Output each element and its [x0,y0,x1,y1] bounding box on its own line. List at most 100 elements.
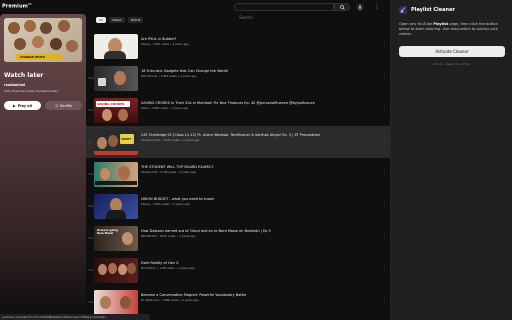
video-thumbnail[interactable]: Doleson going Bara Masal [94,225,138,251]
broom-icon [399,6,407,14]
video-list: Are PSUs in Bubble? Sanjay • 8.6K views … [86,30,390,318]
video-thumbnail[interactable] [94,193,138,219]
status-url: youtube.com/watch?v=Dx7wIZ9dBQ4&list=WL&… [0,314,150,320]
extension-header: Playlist Cleaner [399,6,504,14]
video-menu-icon[interactable]: ⋮ [382,234,386,239]
search-button[interactable] [334,3,350,11]
thumb-text: Doleson going Bara Masal [97,228,118,235]
shuffle-button[interactable]: ⤮ Shuffle [45,101,82,110]
video-menu-icon[interactable]: ⋮ [382,170,386,175]
video-thumbnail[interactable] [94,289,138,315]
video-menu-icon[interactable]: ⋮ [382,42,386,47]
video-index: 253 [88,300,94,304]
video-title[interactable]: 18 Futuristic Gadgets that Can Change th… [141,69,381,73]
video-row[interactable]: 252 Dark Reality of Gen Z Dull Mindy • 1… [86,254,390,286]
thumb-text: SAVING CRORES [97,101,125,106]
video-title[interactable]: CAT Challenge 92 (Class 11-12) Ft. Ankur… [141,133,381,137]
video-text: UNION BUDGET - what you need to know! Sa… [141,197,381,206]
video-text: Dark Reality of Gen Z Dull Mindy • 1.4M … [141,261,381,270]
playlist-meta: 345 videos No views Updated today [4,89,59,93]
search-icon [339,4,345,10]
play-all-button[interactable]: ▶ Play all [4,101,41,110]
video-index: 249 [88,172,94,176]
video-index: 252 [88,268,94,272]
video-title[interactable]: SAVING CRORES in Their 20s in Mumbai! Fi… [141,101,381,105]
thumb-text: CENT? [121,136,132,141]
youtube-window: PremiumIN ⋮ CHANGE EDITS Watch later rsa… [0,0,512,320]
play-all-label: Play all [17,103,32,108]
video-meta: Rahul • 236K views • 2 years ago [141,105,189,110]
activate-cleaner-button[interactable]: Activate Cleaner [399,46,505,57]
shuffle-icon: ⤮ [54,103,58,108]
video-meta: Sanjay • 342K views • 2 years ago [141,201,190,206]
playlist-actions: ▶ Play all ⤮ Shuffle [4,101,82,110]
video-row[interactable]: 246 18 Futuristic Gadgets that Can Chang… [86,62,390,94]
drag-handle-icon[interactable]: ≡ [88,140,91,144]
video-text: 18 Futuristic Gadgets that Can Change th… [141,69,381,78]
video-text: THE STUDENT WILL TOP BOARD EXAMS!? Sanit… [141,165,381,174]
video-title[interactable]: Dark Reality of Gen Z [141,261,381,265]
video-menu-icon[interactable]: ⋮ [382,202,386,207]
video-thumbnail[interactable] [94,161,138,187]
video-thumbnail[interactable] [94,65,138,91]
video-menu-icon[interactable]: ⋮ [382,106,386,111]
youtube-premium-logo[interactable]: PremiumIN [2,2,32,10]
playlist-owner[interactable]: rsadashiwl [4,83,82,87]
video-thumbnail[interactable] [94,257,138,283]
logo-text: Premium [2,3,28,10]
video-row[interactable]: 250 UNION BUDGET - what you need to know… [86,190,390,222]
video-row[interactable]: 247 SAVING CRORES SAVING CRORES in Their… [86,94,390,126]
more-options-icon[interactable]: ⋮ [374,3,380,11]
chip-shorts[interactable]: Shorts [127,17,144,23]
video-title[interactable]: Become a Conversation Magnet: Powerful V… [141,293,381,297]
playlist-title: Watch later [4,72,44,79]
top-bar: PremiumIN ⋮ [0,0,390,21]
extension-title: Playlist Cleaner [411,7,455,13]
video-text: CAT Challenge 92 (Class 11-12) Ft. Ankur… [141,133,381,142]
video-meta: Sanjay • 8.6K views • 2 years ago [141,41,189,46]
video-text: Become a Conversation Magnet: Powerful V… [141,293,381,302]
shuffle-label: Shuffle [59,103,72,108]
video-text: How Dolesan earned out of Cloud and on t… [141,229,381,238]
thumb-banner: CHANGE EDITS [20,55,45,59]
video-row-current[interactable]: ≡ CENT? CAT Challenge 92 (Class 11-12) F… [86,126,390,158]
desc-prefix: Open any YouTube [399,22,434,26]
video-text: Are PSUs in Bubble? Sanjay • 8.6K views … [141,37,381,46]
video-title[interactable]: UNION BUDGET - what you need to know! [141,197,381,201]
video-menu-icon[interactable]: ⋮ [382,74,386,79]
video-row[interactable]: 249 THE STUDENT WILL TOP BOARD EXAMS!? S… [86,158,390,190]
video-thumbnail[interactable] [94,33,138,59]
video-meta: Dr. Nate Lore • 328K views • 2 years ago [141,297,199,302]
extension-popup: Playlist Cleaner Open any YouTube Playli… [390,0,512,320]
extension-description: Open any YouTube Playlist page, then cli… [399,22,504,37]
mic-icon [358,4,362,10]
video-text: SAVING CRORES in Their 20s in Mumbai! Fi… [141,101,381,110]
video-menu-icon[interactable]: ⋮ [382,138,386,143]
voice-search-button[interactable] [356,3,364,11]
video-menu-icon[interactable]: ⋮ [382,266,386,271]
video-menu-icon[interactable]: ⋮ [382,298,386,303]
video-index: 251 [88,236,94,240]
chip-all[interactable]: All [96,17,106,23]
search-input[interactable] [235,14,333,21]
playlist-header-panel: CHANGE EDITS Watch later rsadashiwl 345 … [0,14,86,314]
video-title[interactable]: How Dolesan earned out of Cloud and on t… [141,229,381,233]
video-meta: Dull Mindy • 1.4M views • 2 years ago [141,265,195,270]
search-box[interactable] [234,3,334,21]
video-thumbnail[interactable]: SAVING CRORES [94,97,138,123]
playlist-thumbnail[interactable]: CHANGE EDITS [4,18,82,62]
video-row[interactable]: 251 Doleson going Bara Masal How Dolesan… [86,222,390,254]
desc-bold: Playlist [433,22,449,26]
play-icon: ▶ [13,103,16,108]
video-row[interactable]: Are PSUs in Bubble? Sanjay • 8.6K views … [86,30,390,62]
video-index: 246 [88,76,94,80]
video-title[interactable]: Are PSUs in Bubble? [141,37,381,41]
video-meta: Tech Burner • 8.6M views • 2 years ago [141,73,197,78]
extension-footer: v3.0.1 • Ready for action [432,62,471,66]
chip-videos[interactable]: Videos [108,17,125,23]
video-title[interactable]: THE STUDENT WILL TOP BOARD EXAMS!? [141,165,381,169]
video-meta: Sanitay Fist • 9.3M views • 2 years ago [141,169,197,174]
filter-chips: All Videos Shorts [96,17,144,23]
video-thumbnail[interactable]: CENT? [94,129,138,155]
video-meta: Scaried Video • 372K views • 2 years ago [141,137,200,142]
